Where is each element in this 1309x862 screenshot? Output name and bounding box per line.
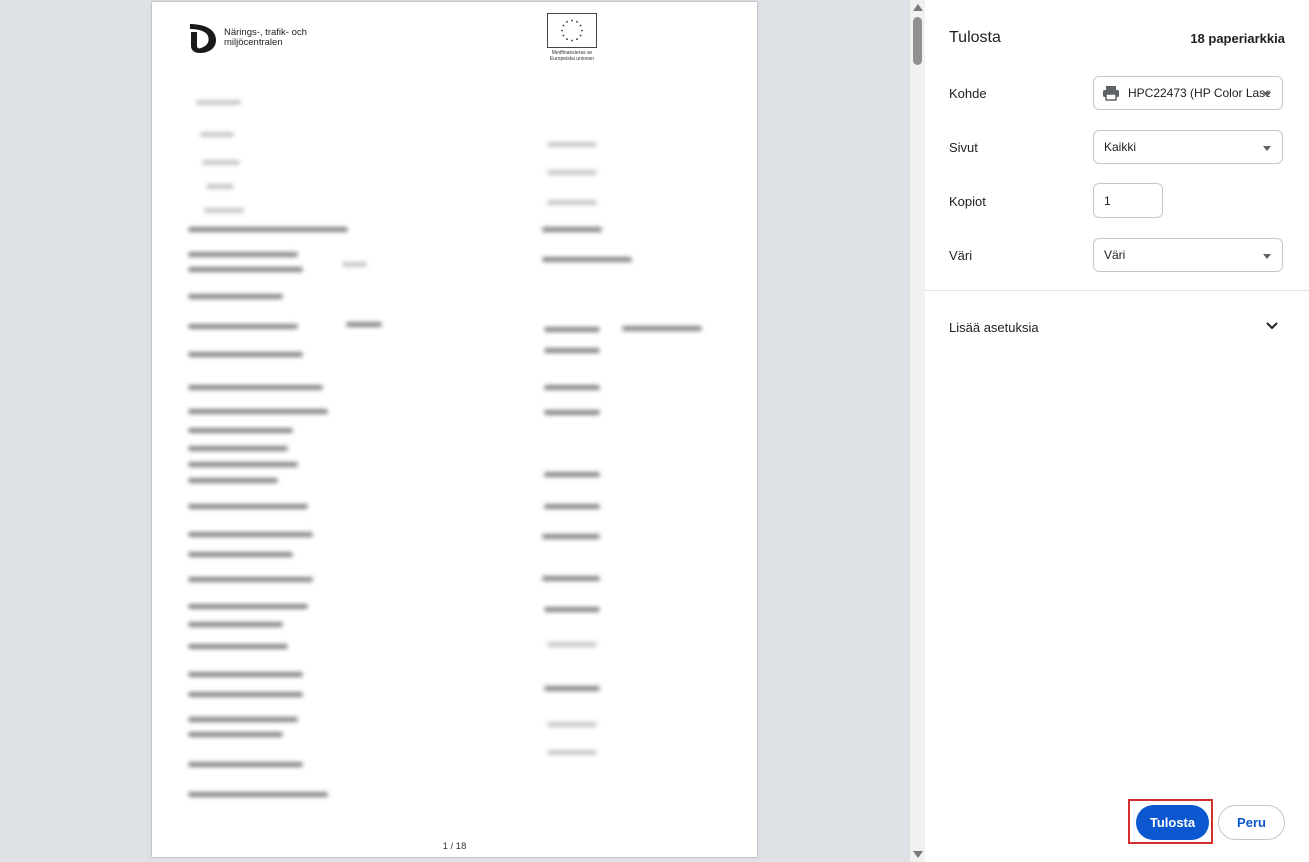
destination-value: HPC22473 (HP Color LaserJet bbox=[1128, 86, 1270, 100]
blurred-document-content bbox=[152, 82, 757, 822]
blurred-text-line bbox=[547, 200, 597, 205]
destination-label: Kohde bbox=[949, 86, 987, 101]
blurred-text-line bbox=[188, 644, 288, 649]
blurred-text-line bbox=[188, 717, 298, 722]
blurred-text-line bbox=[188, 462, 298, 467]
blurred-text-line bbox=[188, 478, 278, 483]
blurred-text-line bbox=[544, 410, 600, 415]
print-button[interactable]: Tulosta bbox=[1136, 805, 1209, 840]
blurred-text-line bbox=[188, 352, 303, 357]
blurred-text-line bbox=[188, 732, 283, 737]
color-select[interactable]: Väri bbox=[1093, 238, 1283, 272]
page-number: 1 / 18 bbox=[442, 841, 467, 852]
more-settings-toggle[interactable]: Lisää asetuksia bbox=[925, 305, 1309, 349]
blurred-text-line bbox=[188, 252, 298, 257]
eu-logo: Medfinansieras av Europeiska unionen bbox=[546, 13, 598, 62]
destination-select[interactable]: HPC22473 (HP Color LaserJet bbox=[1093, 76, 1283, 110]
blurred-text-line bbox=[544, 472, 600, 477]
copies-input[interactable] bbox=[1093, 183, 1163, 218]
blurred-text-line bbox=[188, 672, 303, 677]
ntm-logo: Närings-, trafik- och miljöcentralen bbox=[188, 22, 307, 54]
ntm-logo-icon bbox=[190, 24, 216, 53]
print-settings-panel: Tulosta 18 paperiarkkia Kohde HPC22473 (… bbox=[925, 0, 1309, 862]
blurred-text-line bbox=[547, 170, 597, 175]
blurred-text-line bbox=[542, 227, 602, 232]
blurred-text-line bbox=[204, 208, 244, 213]
blurred-text-line bbox=[188, 428, 293, 433]
more-settings-label: Lisää asetuksia bbox=[949, 320, 1039, 335]
pages-select[interactable]: Kaikki bbox=[1093, 130, 1283, 164]
blurred-text-line bbox=[188, 324, 298, 329]
blurred-text-line bbox=[544, 327, 600, 332]
color-value: Väri bbox=[1104, 248, 1126, 262]
caret-down-icon bbox=[1263, 92, 1271, 97]
blurred-text-line bbox=[188, 409, 328, 414]
blurred-text-line bbox=[544, 385, 600, 390]
blurred-text-line bbox=[188, 446, 288, 451]
blurred-text-line bbox=[542, 257, 632, 262]
blurred-text-line bbox=[547, 722, 597, 727]
blurred-text-line bbox=[188, 532, 313, 537]
blurred-text-line bbox=[206, 184, 234, 189]
blurred-text-line bbox=[342, 262, 367, 267]
blurred-text-line bbox=[547, 642, 597, 647]
blurred-text-line bbox=[188, 294, 283, 299]
cancel-button[interactable]: Peru bbox=[1218, 805, 1285, 840]
blurred-text-line bbox=[544, 686, 600, 691]
blurred-text-line bbox=[542, 534, 600, 539]
blurred-text-line bbox=[188, 267, 303, 272]
blurred-text-line bbox=[188, 622, 283, 627]
blurred-text-line bbox=[346, 322, 382, 327]
logo-text-line2: miljöcentralen bbox=[224, 37, 283, 48]
blurred-text-line bbox=[547, 750, 597, 755]
preview-scrollbar[interactable] bbox=[909, 0, 926, 862]
blurred-text-line bbox=[188, 762, 303, 767]
blurred-text-line bbox=[547, 142, 597, 147]
blurred-text-line bbox=[542, 576, 600, 581]
pages-label: Sivut bbox=[949, 140, 978, 155]
caret-down-icon bbox=[1263, 146, 1271, 151]
blurred-text-line bbox=[544, 607, 600, 612]
blurred-text-line bbox=[622, 326, 702, 331]
eu-caption-line2: Europeiska unionen bbox=[549, 56, 595, 62]
blurred-text-line bbox=[188, 604, 308, 609]
eu-flag-icon bbox=[547, 13, 597, 48]
scrollbar-thumb[interactable] bbox=[913, 17, 922, 65]
blurred-text-line bbox=[188, 792, 328, 797]
blurred-text-line bbox=[188, 227, 348, 232]
blurred-text-line bbox=[188, 577, 313, 582]
scroll-up-arrow-icon[interactable] bbox=[913, 4, 923, 11]
caret-down-icon bbox=[1263, 254, 1271, 259]
blurred-text-line bbox=[188, 552, 293, 557]
blurred-text-line bbox=[202, 160, 240, 165]
blurred-text-line bbox=[544, 504, 600, 509]
chevron-down-icon bbox=[1266, 322, 1278, 330]
blurred-text-line bbox=[188, 692, 303, 697]
print-preview-area: Närings-, trafik- och miljöcentralen Med… bbox=[0, 0, 909, 862]
copies-label: Kopiot bbox=[949, 194, 986, 209]
color-label: Väri bbox=[949, 248, 973, 263]
scroll-down-arrow-icon[interactable] bbox=[913, 851, 923, 858]
blurred-text-line bbox=[188, 385, 323, 390]
panel-title: Tulosta bbox=[949, 29, 1001, 46]
blurred-text-line bbox=[544, 348, 600, 353]
pages-value: Kaikki bbox=[1104, 140, 1137, 154]
blurred-text-line bbox=[188, 504, 308, 509]
sheet-count: 18 paperiarkkia bbox=[1190, 31, 1285, 46]
eu-caption: Medfinansieras av Europeiska unionen bbox=[546, 50, 598, 62]
preview-page: Närings-, trafik- och miljöcentralen Med… bbox=[152, 2, 757, 857]
blurred-text-line bbox=[196, 100, 241, 105]
ntm-logo-text: Närings-, trafik- och miljöcentralen bbox=[224, 28, 307, 48]
printer-icon bbox=[1103, 86, 1119, 101]
blurred-text-line bbox=[200, 132, 234, 137]
divider bbox=[925, 290, 1309, 291]
